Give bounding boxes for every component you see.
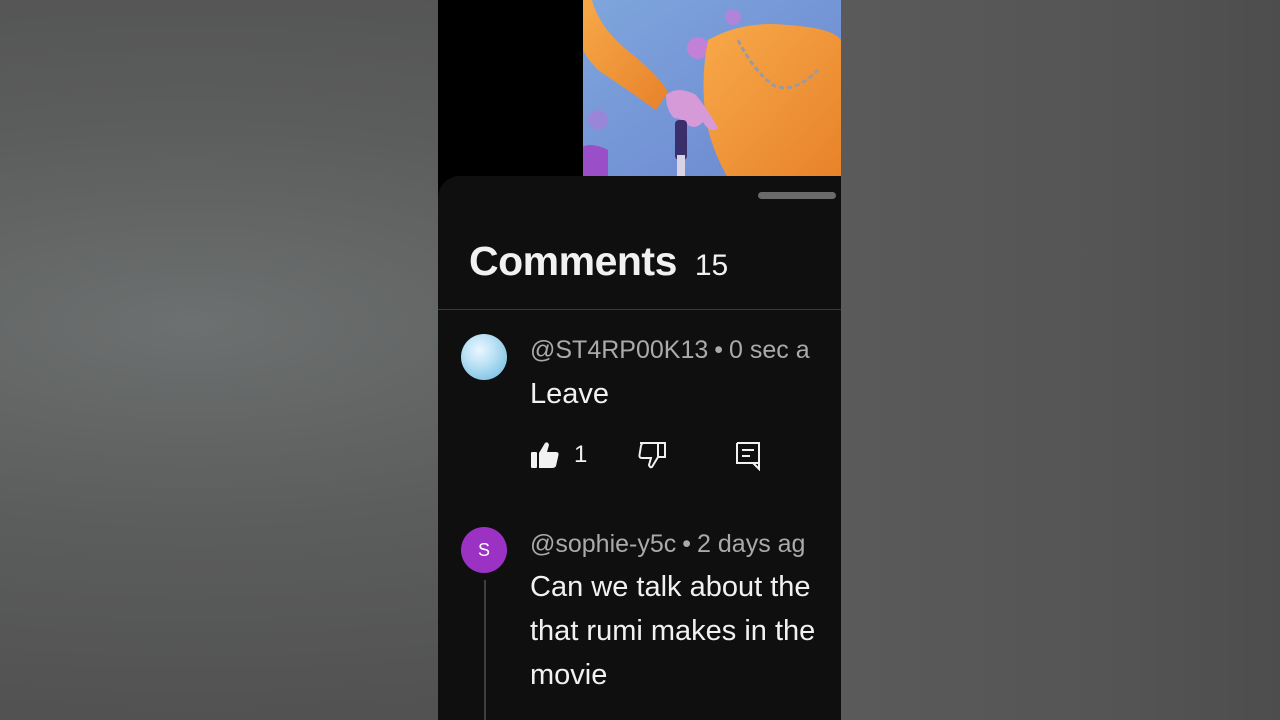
thread-line xyxy=(484,580,486,720)
comment-text: Leave xyxy=(530,372,609,416)
comment-text-line: Can we talk about the xyxy=(530,571,811,603)
reply-button[interactable] xyxy=(735,441,761,471)
comment-text: Can we talk about the that rumi makes in… xyxy=(530,565,815,697)
comment-text-line: that rumi makes in the xyxy=(530,615,816,647)
comment-time: 2 days ag xyxy=(697,530,806,558)
meta-separator: • xyxy=(682,530,692,558)
avatar-letter: S xyxy=(477,539,490,560)
background-right xyxy=(841,0,1280,720)
video-frame-illustration xyxy=(578,0,841,178)
drag-handle[interactable] xyxy=(758,192,836,199)
comment-text-line: Leave xyxy=(530,378,610,410)
phone-screen: Comments 15 @ST4RP00K13 • 0 sec a Leave 1 xyxy=(438,0,841,720)
thumbs-down-icon xyxy=(638,442,666,469)
reply-icon xyxy=(736,442,760,471)
comments-header: Comments 15 xyxy=(469,238,728,284)
comment-meta: @ST4RP00K13 • 0 sec a xyxy=(530,336,810,365)
avatar[interactable] xyxy=(461,334,507,380)
comments-panel: Comments 15 @ST4RP00K13 • 0 sec a Leave 1 xyxy=(438,176,841,720)
comments-title: Comments xyxy=(469,238,677,284)
comment-time: 0 sec a xyxy=(729,336,810,364)
comment-meta: @sophie-y5c • 2 days ag xyxy=(530,530,805,559)
meta-separator: • xyxy=(714,336,724,364)
thumbs-up-icon xyxy=(531,442,559,468)
comments-count: 15 xyxy=(694,249,729,282)
comment-author[interactable]: @ST4RP00K13 xyxy=(530,336,708,364)
header-divider xyxy=(438,309,841,310)
like-button[interactable]: 1 xyxy=(530,441,587,469)
dislike-button[interactable] xyxy=(638,441,668,469)
video-thumbnail[interactable] xyxy=(578,0,841,178)
like-count: 1 xyxy=(574,441,588,468)
comment-author[interactable]: @sophie-y5c xyxy=(530,530,676,558)
comment-text-line: movie xyxy=(530,659,608,691)
avatar[interactable]: S xyxy=(461,527,507,573)
